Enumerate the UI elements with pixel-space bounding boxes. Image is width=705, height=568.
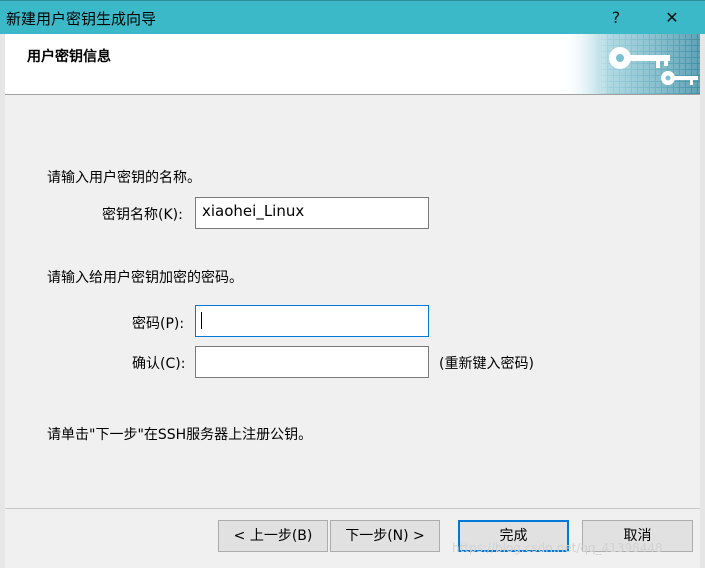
back-button[interactable]: < 上一步(B): [218, 520, 328, 552]
key-name-input[interactable]: xiaohei_Linux: [195, 197, 429, 229]
name-prompt: 请输入用户密钥的名称。: [47, 170, 201, 186]
next-button[interactable]: 下一步(N) >: [330, 520, 440, 552]
password-field[interactable]: [195, 305, 429, 337]
help-button[interactable]: ?: [596, 5, 636, 31]
wizard-content: 请输入用户密钥的名称。 密钥名称(K): xiaohei_Linux 请输入给用…: [5, 95, 700, 508]
confirm-password-field[interactable]: [195, 346, 429, 378]
close-button[interactable]: ✕: [652, 5, 692, 31]
window-title: 新建用户密钥生成向导: [6, 10, 157, 28]
password-label: 密码(P):: [132, 316, 185, 332]
instruction-text: 请单击"下一步"在SSH服务器上注册公钥。: [47, 427, 313, 443]
text-caret: [201, 312, 202, 329]
window-right-border: [700, 34, 705, 568]
confirm-hint: (重新键入密码): [439, 356, 534, 372]
password-prompt: 请输入给用户密钥加密的密码。: [47, 270, 243, 286]
watermark-text: https://blog.csdn.net/qq_41398448: [452, 541, 663, 555]
key-name-label: 密钥名称(K):: [102, 207, 183, 223]
page-title: 用户密钥信息: [27, 49, 111, 65]
title-bar: 新建用户密钥生成向导 ? ✕: [0, 0, 705, 34]
keys-icon: [560, 34, 700, 94]
confirm-label: 确认(C):: [132, 356, 186, 372]
wizard-header: 用户密钥信息: [5, 34, 700, 95]
